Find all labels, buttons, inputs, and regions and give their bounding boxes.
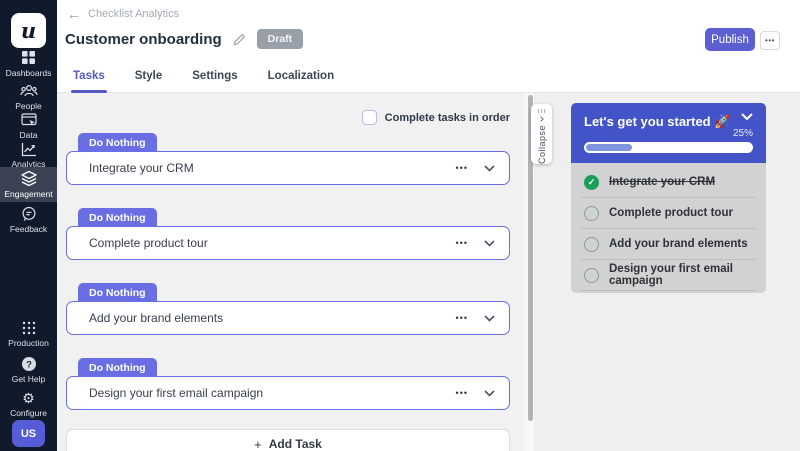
add-task-button[interactable]: + Add Task [66,429,510,451]
sidebar: u Dashboards People Data Analytics Engag… [0,0,57,451]
task-action-badge[interactable]: Do Nothing [78,358,157,377]
checklist-preview-widget: Let's get you started 🚀 25% ✓ Integrate … [571,103,766,293]
sidebar-item-label: Dashboards [5,68,52,78]
production-icon [22,321,35,335]
sidebar-item-feedback[interactable]: Feedback [0,203,57,237]
task-item: Do Nothing Add your brand elements ••• [66,283,510,335]
complete-tasks-order-label: Complete tasks in order [384,111,510,124]
task-card[interactable]: Integrate your CRM ••• [66,151,510,185]
checklist-item[interactable]: Design your first email campaign [571,260,766,290]
task-menu-icon[interactable]: ••• [456,238,468,248]
task-menu-icon[interactable]: ••• [456,388,468,398]
tab-tasks[interactable]: Tasks [71,64,107,93]
add-task-label: Add Task [268,437,322,451]
chevron-down-icon[interactable] [741,113,753,121]
user-avatar[interactable]: US [12,420,45,447]
back-arrow-icon: ← [67,6,81,22]
dashboards-icon [22,51,35,64]
divider [581,290,756,291]
sidebar-item-dashboards[interactable]: Dashboards [0,46,57,81]
progress-bar-fill [586,144,632,151]
tab-style[interactable]: Style [135,64,163,93]
app-logo[interactable]: u [11,13,46,48]
sidebar-item-people[interactable]: People [0,80,57,114]
sidebar-item-production[interactable]: Production [0,317,57,351]
chevron-down-icon[interactable] [484,389,495,397]
help-icon: ? [21,357,36,371]
more-options-button[interactable]: ••• [760,31,780,50]
checklist-items: ✓ Integrate your CRM Complete product to… [571,163,766,293]
sidebar-item-label: Production [8,338,49,348]
sidebar-item-label: Feedback [9,224,48,234]
empty-circle-icon [584,236,599,252]
task-action-badge[interactable]: Do Nothing [78,283,157,302]
checklist-item-label: Design your first email campaign [609,263,733,287]
task-menu-icon[interactable]: ••• [456,163,468,173]
preview-region: Collapse Let's get you started 🚀 25% ✓ I… [524,93,800,451]
checklist-item-label: Integrate your CRM [609,176,716,188]
task-card[interactable]: Add your brand elements ••• [66,301,510,335]
complete-in-order-row: Complete tasks in order [361,110,510,125]
drag-grip-icon [537,109,546,113]
checklist-item-label: Complete product tour [609,207,733,219]
engagement-icon [20,170,37,187]
task-card[interactable]: Design your first email campaign ••• [66,376,510,410]
task-action-badge[interactable]: Do Nothing [78,133,157,152]
task-title: Complete product tour [89,236,208,250]
edit-pencil-icon[interactable] [233,33,246,46]
checklist-item[interactable]: Complete product tour [571,198,766,228]
task-item: Do Nothing Complete product tour ••• [66,208,510,260]
status-badge: Draft [256,29,304,49]
sidebar-item-engagement[interactable]: Engagement [0,167,57,202]
tasks-editor-panel: Complete tasks in order Do Nothing Integ… [57,93,524,451]
collapse-panel-handle[interactable]: Collapse [531,104,552,164]
plus-icon: + [254,436,262,451]
checklist-item-label: Add your brand elements [609,238,748,250]
sidebar-item-configure[interactable]: ⚙ Configure [0,388,57,421]
chevron-down-icon[interactable] [484,314,495,322]
tab-bar: Tasks Style Settings Localization [71,64,334,93]
breadcrumb-back-link[interactable]: ← Checklist Analytics [67,7,179,21]
breadcrumb-label: Checklist Analytics [88,8,180,20]
svg-text:?: ? [26,359,32,370]
progress-bar [584,142,753,153]
analytics-icon [21,143,36,157]
sidebar-item-label: Engagement [4,189,53,199]
chevron-down-icon[interactable] [484,239,495,247]
sidebar-item-label: Get Help [11,374,46,384]
task-card[interactable]: Complete product tour ••• [66,226,510,260]
task-title: Design your first email campaign [89,386,264,400]
collapse-label: Collapse [536,124,547,164]
tab-localization[interactable]: Localization [268,64,334,93]
gear-icon: ⚙ [22,390,35,406]
chevron-right-icon [539,116,544,122]
people-icon [19,84,38,97]
task-action-badge[interactable]: Do Nothing [78,208,157,227]
sidebar-item-get-help[interactable]: ? Get Help [0,353,57,387]
sidebar-item-label: Configure [10,408,47,418]
title-row: Customer onboarding Draft [65,29,304,49]
task-item: Do Nothing Design your first email campa… [66,358,510,410]
empty-circle-icon [584,205,599,221]
page-title: Customer onboarding [65,30,222,48]
checklist-item[interactable]: ✓ Integrate your CRM [571,167,766,197]
feedback-icon [21,206,36,221]
chevron-down-icon[interactable] [484,164,495,172]
task-item: Do Nothing Integrate your CRM ••• [66,133,510,185]
checklist-header: Let's get you started 🚀 25% [571,103,766,163]
task-title: Add your brand elements [89,311,224,325]
task-title: Integrate your CRM [89,161,194,175]
checklist-item[interactable]: Add your brand elements [571,229,766,259]
task-menu-icon[interactable]: ••• [456,313,468,323]
complete-tasks-order-checkbox[interactable] [361,110,377,125]
tab-settings[interactable]: Settings [192,64,237,93]
check-circle-icon: ✓ [584,174,599,190]
checklist-title: Let's get you started 🚀 [584,114,731,129]
data-icon [20,113,37,126]
publish-button[interactable]: Publish [705,28,755,51]
empty-circle-icon [584,267,599,283]
page-header: ← Checklist Analytics Customer onboardin… [57,0,800,93]
